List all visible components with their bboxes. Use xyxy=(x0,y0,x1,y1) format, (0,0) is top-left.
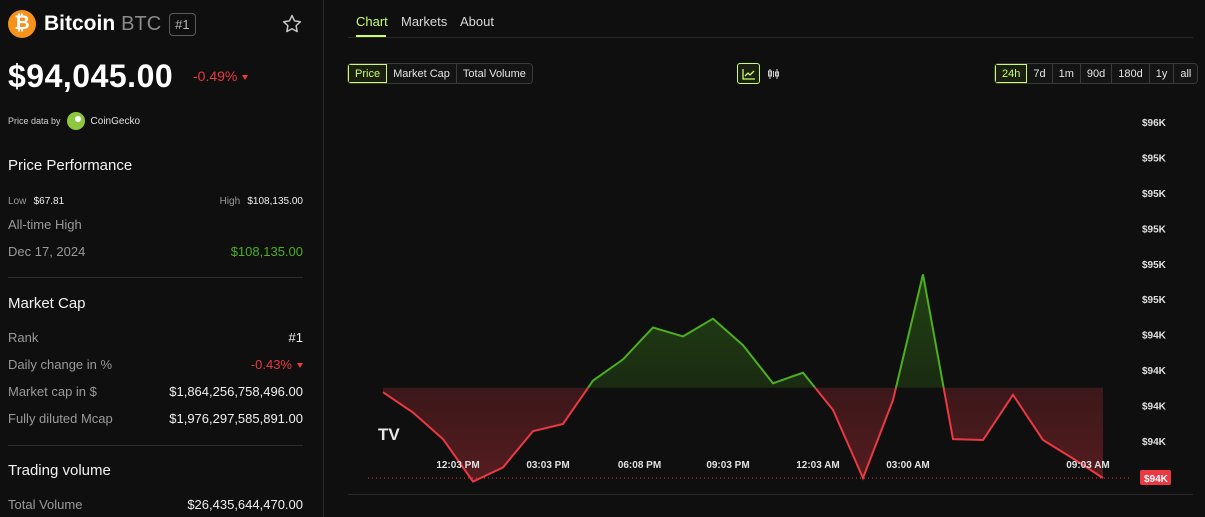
candlestick-icon[interactable] xyxy=(762,63,785,84)
y-tick-label: $95K xyxy=(1142,189,1167,200)
metric-market-cap-button[interactable]: Market Cap xyxy=(387,64,457,83)
star-icon[interactable] xyxy=(281,13,303,35)
daily-change-text: -0.43% xyxy=(250,357,292,372)
x-tick-label: 06:08 PM xyxy=(618,460,661,471)
y-tick-label: $94K xyxy=(1142,331,1167,342)
bitcoin-logo-icon: ₿ xyxy=(8,10,36,38)
tab-chart[interactable]: Chart xyxy=(356,14,388,29)
metric-toggle: Price Market Cap Total Volume xyxy=(347,63,533,84)
trading-volume-row: Total Volume $26,435,644,470.00 xyxy=(8,497,303,512)
market-cap-label: Market cap in $ xyxy=(8,384,97,399)
x-tick-label: 09:03 AM xyxy=(1066,460,1110,471)
market-cap-row: Market cap in $ $1,864,256,758,496.00 xyxy=(8,384,303,399)
market-cap-value: $1,864,256,758,496.00 xyxy=(169,384,303,399)
ath-row: All-time High xyxy=(8,217,303,232)
line-chart-icon[interactable] xyxy=(737,63,761,84)
tab-markets[interactable]: Markets xyxy=(401,14,447,29)
y-tick-label: $95K xyxy=(1142,295,1167,306)
fdv-value: $1,976,297,585,891.00 xyxy=(169,411,303,426)
y-tick-label: $95K xyxy=(1142,154,1167,165)
price-change: -0.49% xyxy=(193,68,249,84)
coin-symbol: BTC xyxy=(121,12,162,35)
y-tick-label: $94K xyxy=(1142,401,1167,412)
trading-volume-title: Trading volume xyxy=(8,462,111,479)
range-toggle: 24h 7d 1m 90d 180d 1y all xyxy=(994,63,1199,84)
range-24h-button[interactable]: 24h xyxy=(995,64,1028,83)
range-90d-button[interactable]: 90d xyxy=(1080,64,1113,83)
ath-value: $108,135.00 xyxy=(230,244,303,259)
chart-type-toggle xyxy=(737,63,787,84)
low-value: $67.81 xyxy=(33,196,65,207)
coingecko-link[interactable]: CoinGecko xyxy=(91,116,140,127)
price-chart[interactable]: $96K $95K $95K $95K $95K $95K $94K $94K $94K $94K… xyxy=(340,100,1205,490)
divider xyxy=(8,445,303,446)
tab-underline xyxy=(356,35,386,37)
range-180d-button[interactable]: 180d xyxy=(1112,64,1150,83)
total-volume-label: Total Volume xyxy=(8,497,83,512)
daily-change-label: Daily change in % xyxy=(8,357,113,372)
daily-change-value: -0.43% xyxy=(251,357,303,372)
price-change-value: -0.49% xyxy=(193,68,238,84)
divider xyxy=(8,277,303,278)
metric-price-button[interactable]: Price xyxy=(348,64,388,83)
x-tick-label: 03:03 PM xyxy=(526,460,569,471)
ath-label: All-time High xyxy=(8,217,82,232)
market-cap-row: Daily change in % -0.43% xyxy=(8,357,303,372)
y-tick-label: $94K xyxy=(1142,366,1167,377)
fdv-label: Fully diluted Mcap xyxy=(8,411,113,426)
x-tick-label: 12:03 AM xyxy=(796,460,840,471)
x-tick-label: 03:00 AM xyxy=(886,460,930,471)
high-value: $108,135.00 xyxy=(247,196,303,207)
range-all-button[interactable]: all xyxy=(1174,64,1198,83)
y-tick-label: $96K xyxy=(1142,118,1167,129)
rank-value: #1 xyxy=(288,330,303,345)
current-price-tag-label: $94K xyxy=(1144,474,1169,485)
coin-header: ₿ Bitcoin BTC #1 xyxy=(8,10,196,38)
total-volume-value: $26,435,644,470.00 xyxy=(187,497,303,512)
market-cap-title: Market Cap xyxy=(8,295,86,312)
market-cap-row: Fully diluted Mcap $1,976,297,585,891.00 xyxy=(8,411,303,426)
range-7d-button[interactable]: 7d xyxy=(1027,64,1053,83)
caret-down-icon xyxy=(297,363,303,368)
y-tick-label: $95K xyxy=(1142,224,1167,235)
tradingview-logo-icon: TV xyxy=(378,425,400,444)
range-1y-button[interactable]: 1y xyxy=(1149,64,1175,83)
x-tick-label: 09:03 PM xyxy=(706,460,749,471)
coin-name: Bitcoin xyxy=(44,12,116,35)
market-cap-row: Rank #1 xyxy=(8,330,303,345)
ath-date-row: Dec 17, 2024 $108,135.00 xyxy=(8,244,303,259)
y-tick-label: $94K xyxy=(1142,437,1167,448)
high-label: High xyxy=(219,196,241,207)
rank-badge: #1 xyxy=(169,12,196,36)
tab-about[interactable]: About xyxy=(460,14,494,29)
x-tick-label: 12:03 PM xyxy=(436,460,479,471)
coin-info-panel: ₿ Bitcoin BTC #1 $94,045.00 -0.49% Price… xyxy=(0,0,324,517)
current-price: $94,045.00 xyxy=(8,58,174,94)
y-tick-label: $95K xyxy=(1142,260,1167,271)
ath-date: Dec 17, 2024 xyxy=(8,244,86,259)
price-data-source: Price data by CoinGecko xyxy=(8,112,140,130)
rank-label: Rank xyxy=(8,330,39,345)
price-data-label: Price data by xyxy=(8,116,61,126)
coingecko-icon xyxy=(66,112,85,130)
caret-down-icon xyxy=(242,75,249,80)
divider xyxy=(348,494,1193,495)
price-performance-title: Price Performance xyxy=(8,157,133,174)
low-high-row: Low $67.81 High $108,135.00 xyxy=(8,192,303,207)
metric-total-volume-button[interactable]: Total Volume xyxy=(456,64,532,83)
low-label: Low xyxy=(8,196,27,207)
range-1m-button[interactable]: 1m xyxy=(1052,64,1081,83)
